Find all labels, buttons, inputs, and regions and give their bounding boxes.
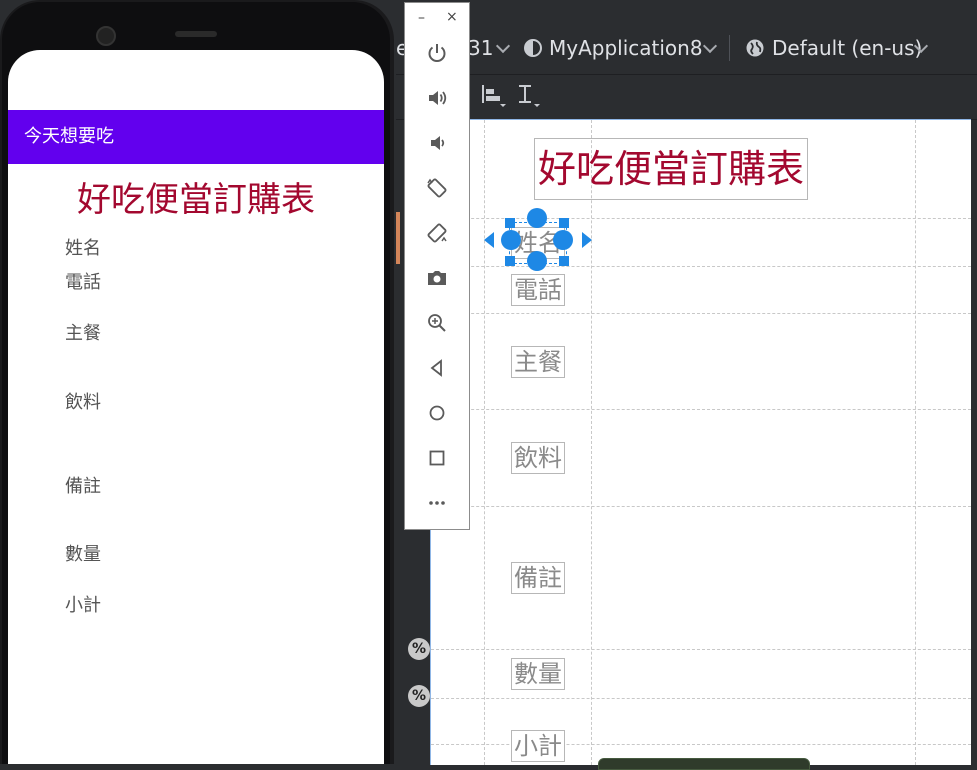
phone-screen[interactable]: 今天想要吃 好吃便當訂購表 姓名 電話 主餐 飲料 備註 數量 小計 (8, 50, 384, 764)
locale-selector[interactable]: Default (en-us) (772, 36, 922, 60)
grid-guideline (431, 649, 971, 650)
power-icon[interactable] (422, 38, 452, 68)
design-canvas[interactable]: 好吃便當訂購表 姓名 電話 主餐 飲料 備註 數量 小計 (430, 119, 971, 765)
module-selector[interactable]: MyApplication8 (549, 36, 703, 60)
grid-guideline (915, 120, 916, 765)
toolbar-divider (729, 35, 730, 61)
label-name: 姓名 (65, 238, 101, 259)
volume-down-icon[interactable] (422, 128, 452, 158)
label-drink: 飲料 (65, 392, 101, 413)
close-button[interactable]: × (446, 9, 458, 25)
design-label-quantity[interactable]: 數量 (511, 658, 565, 690)
rotate-right-icon[interactable] (422, 218, 452, 248)
app-bar-title: 今天想要吃 (24, 126, 114, 147)
constraint-handle-bottom[interactable] (527, 251, 547, 271)
rotate-left-icon[interactable] (422, 173, 452, 203)
percent-guideline-marker[interactable]: % (408, 685, 430, 707)
form-title: 好吃便當訂購表 (77, 180, 315, 220)
more-icon[interactable] (422, 488, 452, 518)
label-quantity: 數量 (65, 544, 101, 565)
constraint-handle-top[interactable] (527, 208, 547, 228)
resize-handle[interactable] (559, 218, 569, 228)
volume-up-icon[interactable] (422, 83, 452, 113)
layout-toolbar (396, 75, 977, 120)
grid-guideline (431, 266, 971, 267)
percent-guideline-marker[interactable]: % (408, 638, 430, 660)
grid-guideline (431, 313, 971, 314)
design-label-note[interactable]: 備註 (511, 562, 565, 594)
label-phone: 電話 (65, 272, 101, 293)
home-icon[interactable] (422, 398, 452, 428)
back-icon[interactable] (422, 353, 452, 383)
api-level-text[interactable]: 31 (468, 36, 493, 60)
chevron-down-icon[interactable] (702, 38, 718, 54)
resize-handle[interactable] (559, 256, 569, 266)
chevron-down-icon[interactable] (495, 38, 511, 54)
design-label-main-course[interactable]: 主餐 (511, 346, 565, 378)
resize-handle[interactable] (505, 218, 515, 228)
label-subtotal: 小計 (65, 595, 101, 616)
grid-guideline (431, 409, 971, 410)
label-main-course: 主餐 (65, 323, 101, 344)
constraint-handle-left[interactable] (501, 230, 521, 250)
theme-icon[interactable] (523, 38, 543, 58)
label-note: 備註 (65, 476, 101, 497)
design-label-phone[interactable]: 電話 (511, 274, 565, 306)
design-label-drink[interactable]: 飲料 (511, 442, 565, 474)
grid-guideline (484, 120, 485, 765)
grid-guideline (431, 698, 971, 699)
overview-icon[interactable] (422, 443, 452, 473)
app-bar: 今天想要吃 (8, 110, 384, 164)
grid-guideline (431, 506, 971, 507)
bottom-popup-edge (598, 758, 810, 770)
earpiece-speaker (175, 31, 217, 37)
align-icon[interactable] (480, 83, 506, 109)
grid-guideline (591, 120, 592, 765)
camera-icon[interactable] (422, 263, 452, 293)
front-camera-icon (96, 26, 116, 46)
globe-icon[interactable] (745, 38, 765, 58)
guidelines-icon[interactable] (516, 83, 542, 109)
resize-handle[interactable] (505, 256, 515, 266)
constraint-handle-right[interactable] (553, 230, 573, 250)
design-label-subtotal[interactable]: 小計 (511, 730, 565, 762)
ide-toolbar: e 31 MyApplication8 Default (en-us) (396, 0, 977, 75)
minimize-button[interactable]: – (418, 10, 425, 26)
arrow-right-icon (582, 232, 592, 248)
zoom-icon[interactable] (422, 308, 452, 338)
design-title-textview[interactable]: 好吃便當訂購表 (534, 138, 809, 200)
gutter-marker (396, 212, 400, 264)
arrow-left-icon (484, 232, 494, 248)
